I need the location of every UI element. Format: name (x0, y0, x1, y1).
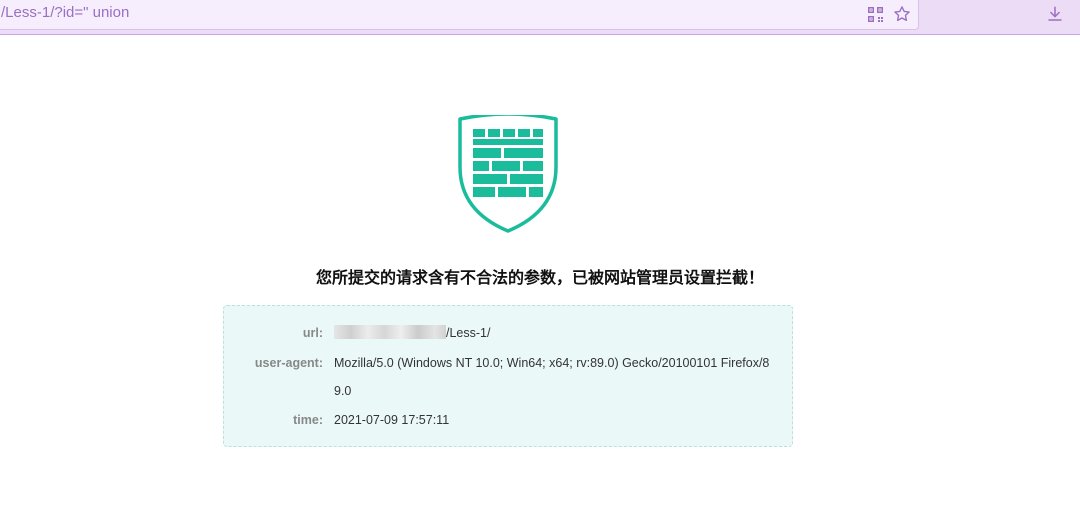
star-icon[interactable] (892, 4, 912, 24)
browser-toolbar: /Less-1/?id=" union (0, 0, 1080, 35)
url-label: url: (302, 326, 323, 340)
shield-icon (456, 112, 560, 235)
qr-code-icon[interactable] (865, 4, 885, 24)
url-path: /Less-1/ (446, 326, 491, 340)
url-value: /Less-1/ (334, 319, 774, 347)
request-info-box: url: /Less-1/ user-agent: Mozilla/5.0 (W… (223, 305, 793, 447)
time-label: time: (293, 413, 323, 427)
time-value: 2021-07-09 17:57:11 (334, 413, 450, 427)
url-text[interactable]: /Less-1/?id=" union (1, 4, 129, 21)
page-content: 您所提交的请求含有不合法的参数，已被网站管理员设置拦截！ url: /Less-… (0, 35, 1080, 529)
block-message: 您所提交的请求含有不合法的参数，已被网站管理员设置拦截！ (315, 268, 764, 287)
redacted-host (334, 325, 446, 339)
download-icon[interactable] (1045, 4, 1065, 24)
user-agent-value: Mozilla/5.0 (Windows NT 10.0; Win64; x64… (334, 356, 770, 398)
address-bar[interactable]: /Less-1/?id=" union (0, 0, 919, 30)
user-agent-label: user-agent: (254, 356, 323, 370)
